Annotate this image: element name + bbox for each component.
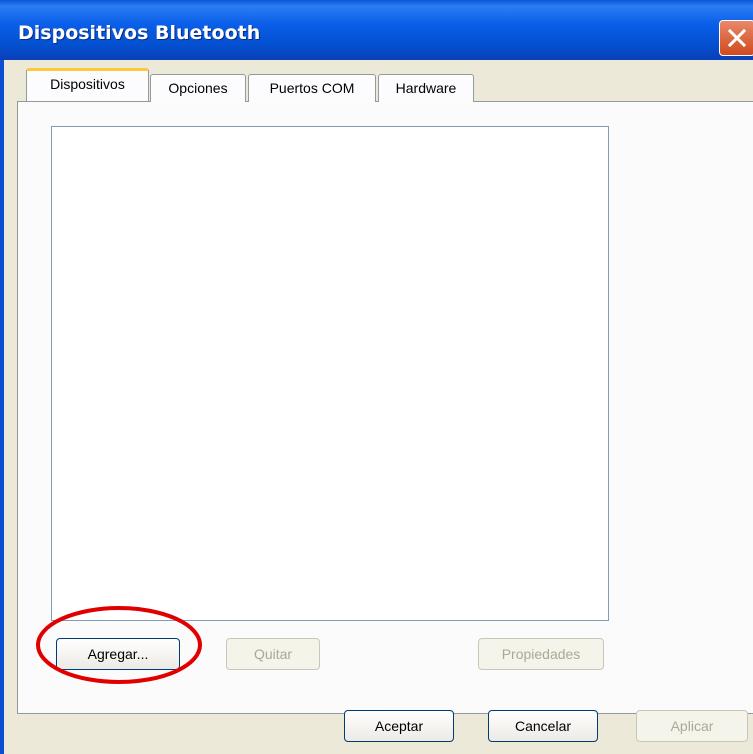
apply-button[interactable]: Aplicar [636, 710, 748, 742]
tab-dispositivos[interactable]: Dispositivos [26, 68, 149, 101]
window-title: Dispositivos Bluetooth [18, 22, 261, 44]
tab-hardware[interactable]: Hardware [378, 74, 474, 102]
ok-button[interactable]: Aceptar [344, 710, 454, 742]
apply-button-label: Aplicar [670, 718, 714, 734]
cancel-button[interactable]: Cancelar [488, 710, 598, 742]
close-button[interactable] [719, 20, 753, 56]
cancel-button-label: Cancelar [514, 718, 572, 734]
highlight-ellipse [36, 606, 202, 684]
ok-button-label: Aceptar [374, 718, 424, 734]
close-icon [727, 28, 747, 48]
properties-button[interactable]: Propiedades [478, 638, 604, 670]
remove-button[interactable]: Quitar [226, 638, 320, 670]
properties-button-label: Propiedades [501, 646, 581, 662]
tab-puertos-com[interactable]: Puertos COM [248, 74, 376, 102]
remove-button-label: Quitar [253, 646, 293, 662]
tab-opciones[interactable]: Opciones [150, 74, 246, 102]
device-list[interactable] [51, 126, 609, 621]
title-bar[interactable]: Dispositivos Bluetooth [0, 0, 753, 60]
